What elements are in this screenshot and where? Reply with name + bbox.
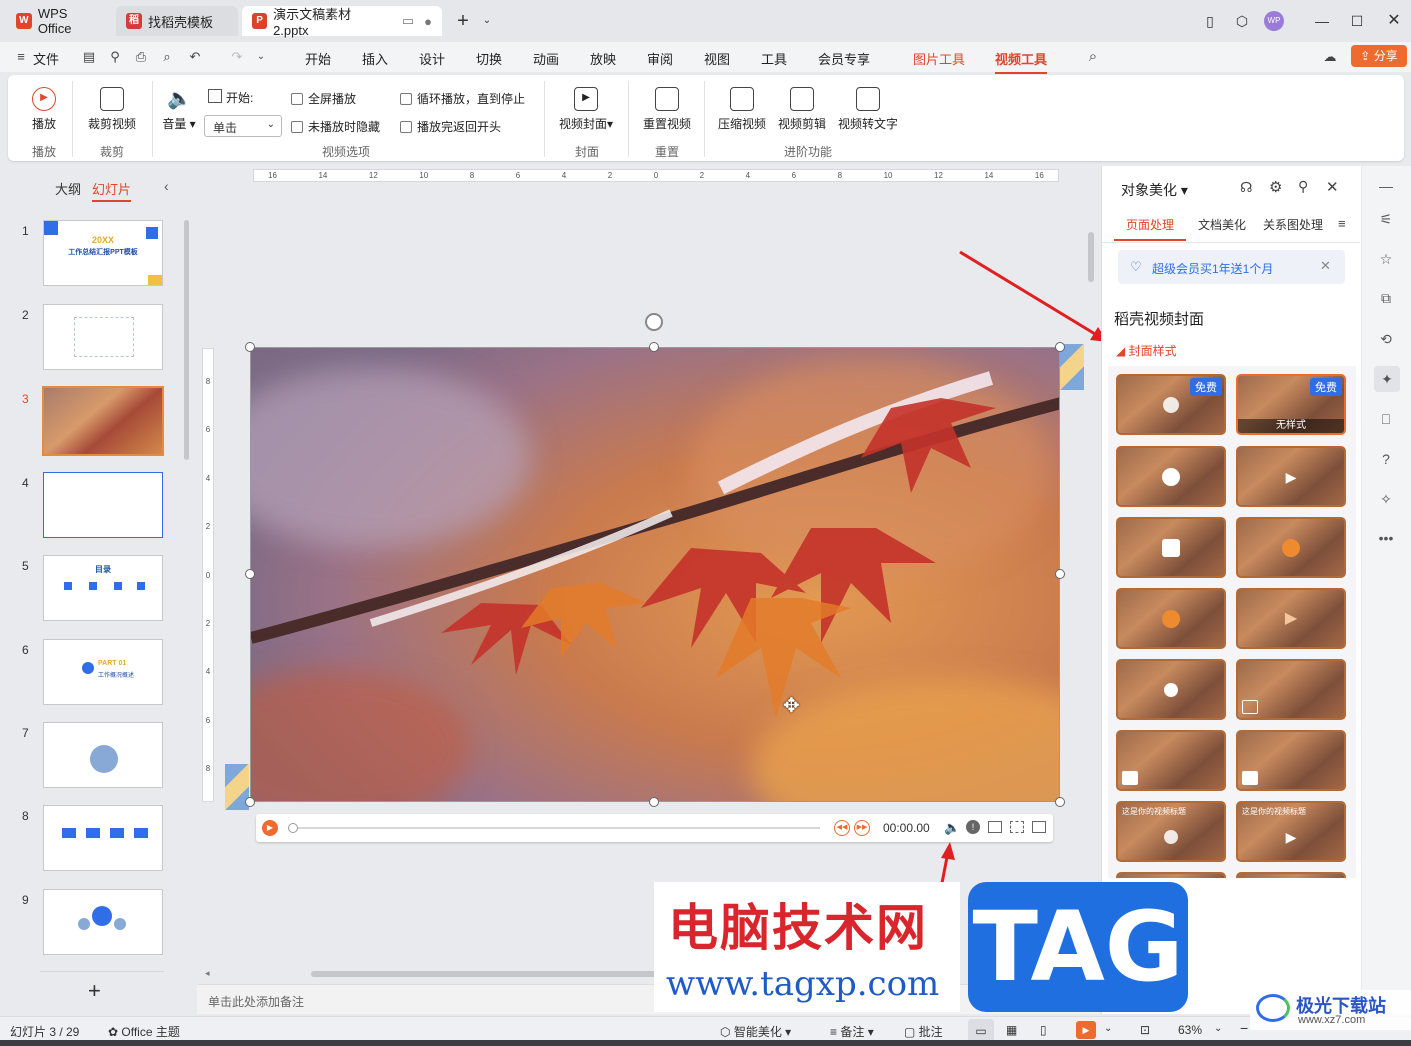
no-style-label: 无样式 bbox=[1238, 419, 1344, 433]
panel-title-dropdown[interactable]: 对象美化 ▾ bbox=[1121, 180, 1188, 200]
free-badge: 免费 bbox=[1310, 378, 1342, 396]
zoom-level[interactable]: 63% bbox=[1178, 1023, 1202, 1037]
cover-style-10[interactable] bbox=[1236, 659, 1346, 720]
watermark-tag-logo: TAG bbox=[968, 882, 1188, 1012]
cover-gallery: 免费 免费无样式 ▶ ▶ 这是你的视频标题 这是你的视频标题 ▶ bbox=[1108, 366, 1356, 878]
tab-doc-beautify[interactable]: 文档美化 bbox=[1198, 216, 1246, 233]
taskbar-edge bbox=[0, 1040, 1411, 1046]
right-sidebar: — ⚟ ☆ ⧉ ⟲ ✦ ⎕ ? ✧ ••• bbox=[1362, 166, 1411, 1014]
cover-style-3[interactable] bbox=[1116, 446, 1226, 507]
headset-icon[interactable]: ☊ bbox=[1240, 179, 1252, 196]
theme-label: Office 主题 bbox=[121, 1025, 180, 1039]
cover-caption: 这是你的视频标题 bbox=[1122, 807, 1186, 816]
star-icon[interactable]: ☆ bbox=[1376, 249, 1396, 269]
slide-counter: 幻灯片 3 / 29 bbox=[10, 1025, 80, 1039]
zoom-chevron-icon[interactable]: ⌄ bbox=[1214, 1023, 1222, 1034]
notes-icon: ≡ bbox=[830, 1025, 841, 1039]
fit-icon[interactable]: ⊡ bbox=[1140, 1023, 1150, 1037]
cover-style-5[interactable] bbox=[1116, 517, 1226, 578]
slides-icon[interactable]: ⧉ bbox=[1376, 288, 1396, 308]
cover-style-15[interactable] bbox=[1116, 872, 1226, 878]
cover-style-4[interactable]: ▶ bbox=[1236, 446, 1346, 507]
menu-icon[interactable]: ≡ bbox=[1338, 216, 1346, 231]
beautify-icon: ⬡ bbox=[720, 1025, 734, 1039]
book-icon[interactable]: ⎕ bbox=[1376, 409, 1396, 429]
watermark-cn-text: 电脑技术网 bbox=[668, 899, 928, 957]
section-title: 稻壳视频封面 bbox=[1114, 311, 1205, 328]
free-badge: 免费 bbox=[1190, 378, 1222, 396]
cover-style-14[interactable]: 这是你的视频标题 ▶ bbox=[1236, 801, 1346, 862]
close-panel-icon[interactable]: ✕ bbox=[1326, 178, 1339, 196]
pin-icon[interactable]: ⚲ bbox=[1298, 178, 1308, 195]
theme-indicator[interactable]: ✿ Office 主题 bbox=[108, 1023, 180, 1040]
more-icon[interactable]: ••• bbox=[1376, 528, 1396, 548]
cover-style-12[interactable] bbox=[1236, 730, 1346, 791]
notes-button[interactable]: ≡ 备注 ▾ bbox=[830, 1023, 874, 1040]
site-url: www.xz7.com bbox=[1298, 1014, 1366, 1026]
subsection-label: 封面样式 bbox=[1128, 344, 1177, 358]
divider bbox=[1102, 242, 1360, 243]
cover-style-8[interactable]: ▶ bbox=[1236, 588, 1346, 649]
gear-icon[interactable]: ⚙ bbox=[1269, 178, 1282, 196]
grid-view-icon[interactable]: ▦ bbox=[1006, 1023, 1017, 1037]
notes-placeholder: 单击此处添加备注 bbox=[208, 995, 305, 1009]
cover-style-16[interactable] bbox=[1236, 872, 1346, 878]
robot-icon[interactable]: ✧ bbox=[1376, 489, 1396, 509]
cover-style-none[interactable]: 免费无样式 bbox=[1236, 374, 1346, 435]
subsection-toggle[interactable]: ◢ 封面样式 bbox=[1116, 342, 1177, 359]
magic-wand-icon[interactable]: ✦ bbox=[1374, 366, 1400, 392]
zoom-out-icon[interactable]: − bbox=[1240, 1020, 1248, 1036]
beautify-label: 智能美化 bbox=[733, 1025, 782, 1039]
slideshow-chevron-icon[interactable]: ⌄ bbox=[1104, 1023, 1112, 1034]
comment-button[interactable]: ▢ 批注 bbox=[904, 1023, 943, 1040]
theme-icon: ✿ bbox=[108, 1025, 122, 1039]
close-promo-icon[interactable]: ✕ bbox=[1320, 258, 1331, 274]
cover-style-11[interactable] bbox=[1116, 730, 1226, 791]
site-watermark: 极光下载站 www.xz7.com bbox=[1250, 990, 1411, 1030]
smart-beautify-button[interactable]: ⬡ 智能美化 ▾ bbox=[720, 1023, 791, 1040]
comment-icon: ▢ bbox=[904, 1025, 919, 1039]
cover-style-6[interactable] bbox=[1236, 517, 1346, 578]
tab-page-processing[interactable]: 页面处理 bbox=[1114, 216, 1186, 241]
slideshow-play-button[interactable]: ▶ bbox=[1076, 1021, 1096, 1039]
site-logo-icon bbox=[1256, 994, 1290, 1022]
cover-style-1[interactable]: 免费 bbox=[1116, 374, 1226, 435]
panel-title: 对象美化 bbox=[1121, 182, 1177, 198]
promo-banner[interactable]: ♡ 超级会员买1年送1个月 ✕ bbox=[1118, 250, 1345, 284]
cover-style-13[interactable]: 这是你的视频标题 bbox=[1116, 801, 1226, 862]
comment-label: 批注 bbox=[918, 1025, 943, 1039]
sliders-icon[interactable]: ⚟ bbox=[1376, 209, 1396, 229]
tab-relation-diagram[interactable]: 关系图处理 bbox=[1263, 216, 1323, 233]
collapse-sidebar-icon[interactable]: — bbox=[1376, 176, 1396, 196]
transform-icon[interactable]: ⟲ bbox=[1376, 329, 1396, 349]
watermark-panel: 电脑技术网 www.tagxp.com bbox=[654, 882, 960, 1012]
watermark-url: www.tagxp.com bbox=[666, 964, 940, 1004]
help-icon[interactable]: ? bbox=[1376, 449, 1396, 469]
lightbulb-icon: ♡ bbox=[1130, 259, 1142, 274]
promo-text: 超级会员买1年送1个月 bbox=[1152, 262, 1274, 276]
cover-caption: 这是你的视频标题 bbox=[1242, 807, 1306, 816]
cover-style-9[interactable] bbox=[1116, 659, 1226, 720]
cover-style-7[interactable] bbox=[1116, 588, 1226, 649]
notes-pane[interactable]: 单击此处添加备注 bbox=[197, 984, 1100, 1014]
triangle-icon: ◢ bbox=[1116, 344, 1129, 358]
notes-label: 备注 bbox=[840, 1025, 865, 1039]
reading-view-icon[interactable]: ▯ bbox=[1040, 1023, 1047, 1037]
